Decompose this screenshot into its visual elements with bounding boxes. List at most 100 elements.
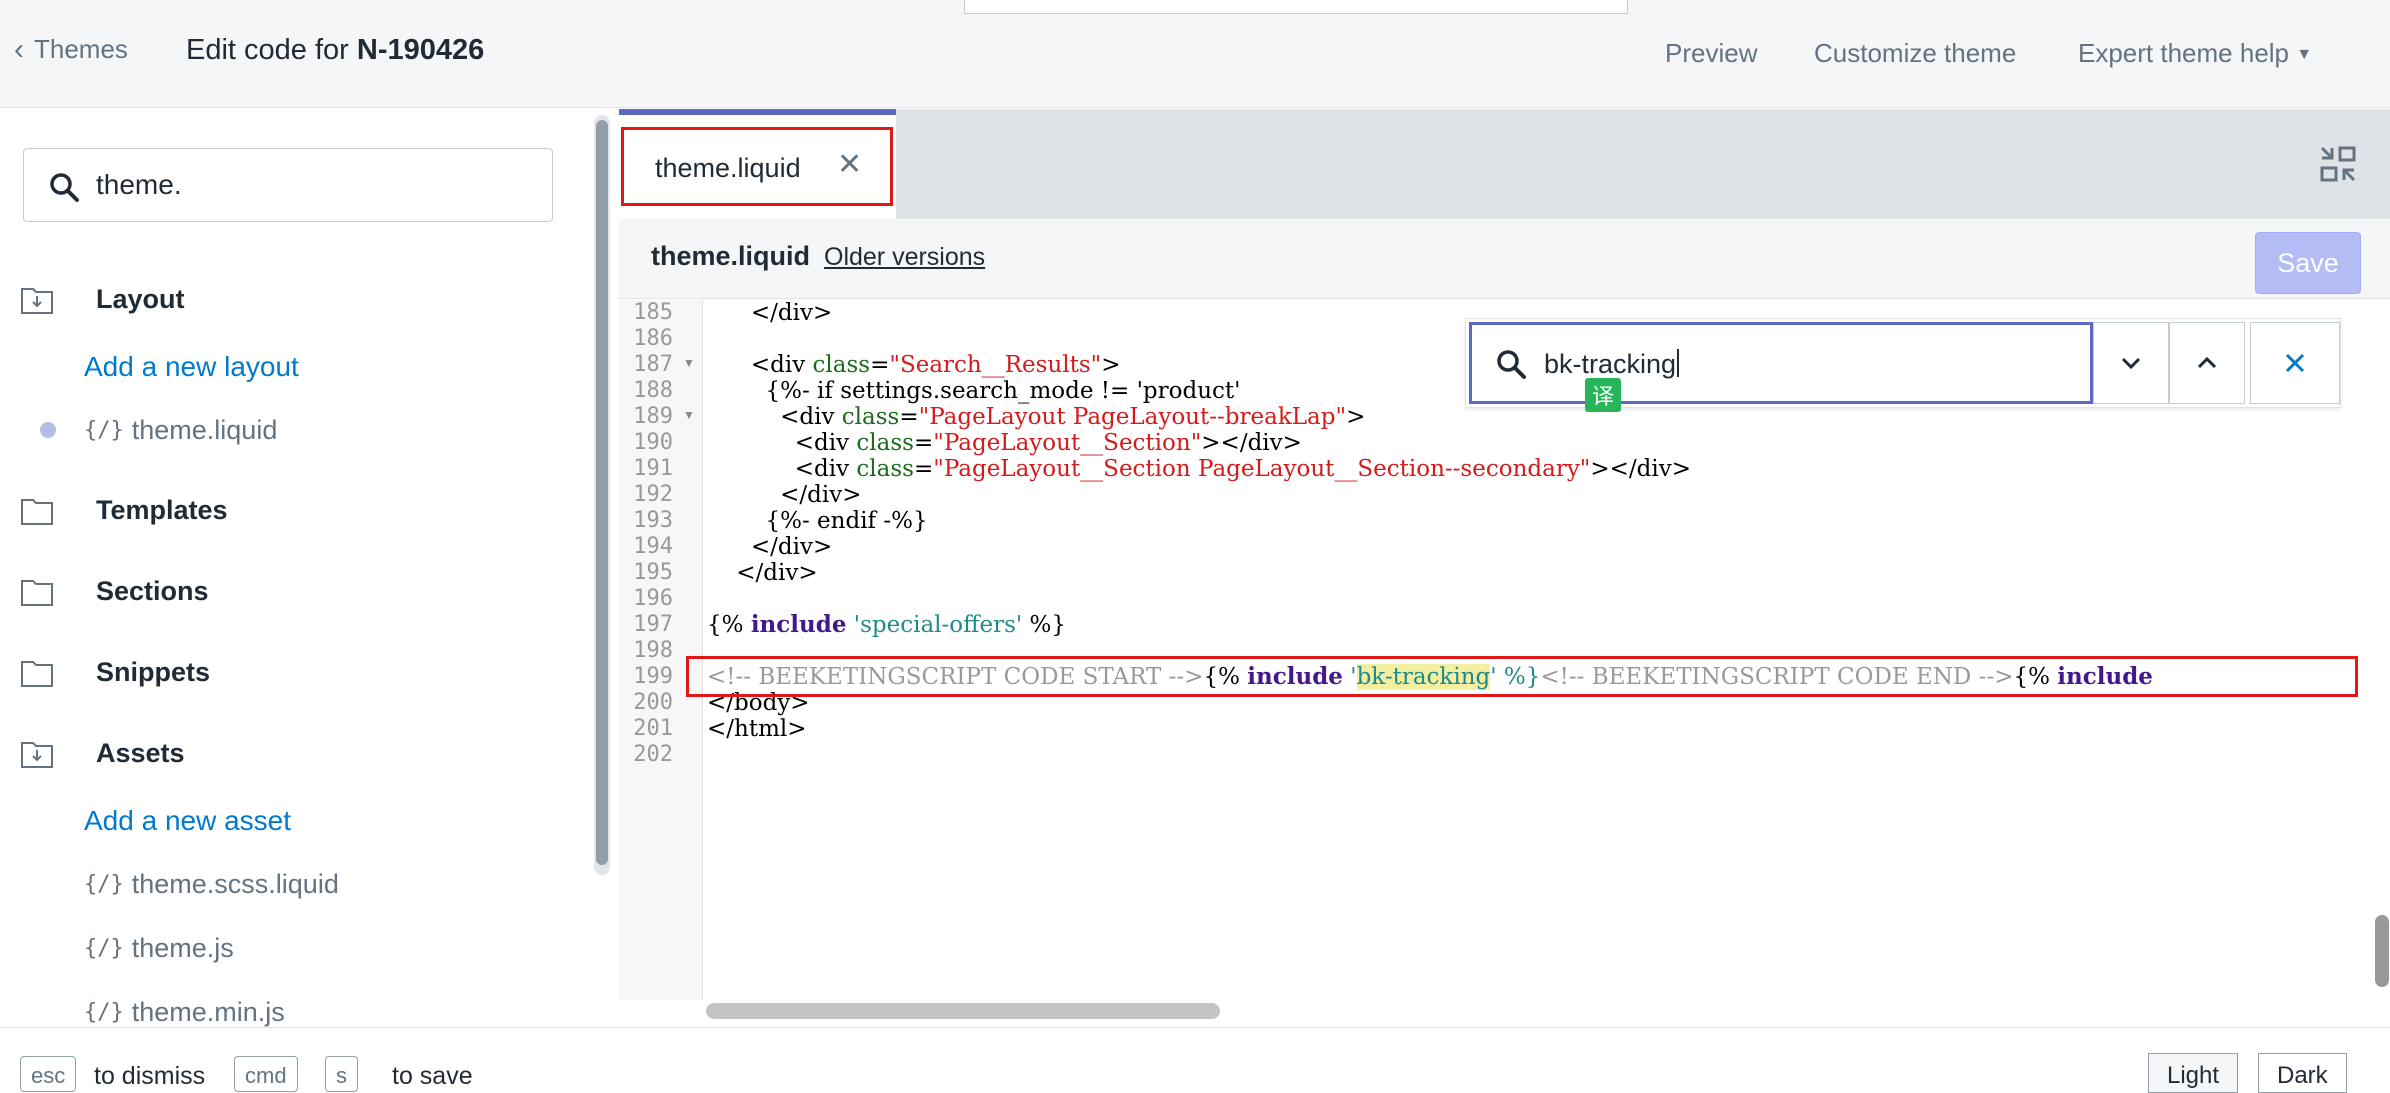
code-token: class [812,352,871,378]
file-theme-liquid[interactable]: {/} theme.liquid [84,415,277,446]
file-search-input[interactable] [96,163,536,207]
line-gutter: 185 186 187 188 189 190 191 192 193 194 … [619,300,703,1000]
file-label: theme.scss.liquid [131,869,339,899]
line-number: 191 [633,456,673,481]
find-next-button[interactable] [2093,322,2169,404]
expert-theme-help-menu[interactable]: Expert theme help ▼ [2078,38,2312,69]
folder-icon [21,498,53,525]
add-layout-link[interactable]: Add a new layout [84,351,299,383]
page-title: Edit code for N-190426 [186,34,484,67]
vertical-scrollbar[interactable] [2375,915,2389,987]
file-theme-js[interactable]: {/} theme.js [84,933,234,964]
back-label: Themes [34,34,128,64]
line-number: 193 [633,508,673,533]
folder-sections[interactable]: Sections [20,576,209,607]
folder-download-icon [21,741,53,768]
file-label: theme.js [131,933,234,963]
horizontal-scrollbar[interactable] [706,1003,1220,1019]
cmd-key: cmd [234,1056,298,1092]
code-line-185: </div> [707,300,833,326]
customize-theme-link[interactable]: Customize theme [1814,38,2016,69]
code-line-197: {% include 'special-offers' %} [707,612,1066,639]
code-token: "PageLayout PageLayout--breakLap" [918,404,1347,430]
search-icon [50,173,79,202]
code-token: > [1101,352,1121,378]
liquid-file-icon: {/} [84,418,124,443]
line-number: 197 [633,612,673,637]
older-versions-link[interactable]: Older versions [824,243,985,272]
title-prefix: Edit code for [186,34,357,66]
fold-arrow-icon[interactable]: ▼ [683,356,695,370]
folder-label: Sections [96,576,209,606]
save-hint: to save [392,1062,473,1090]
file-name: theme.liquid [651,241,811,271]
save-button[interactable]: Save [2255,232,2361,294]
esc-key: esc [20,1056,77,1092]
find-text: bk-tracking [1544,349,1677,379]
code-line-189: <div class="PageLayout PageLayout--break… [707,404,1365,430]
line-number: 201 [633,716,673,741]
folder-download-icon [21,287,53,314]
chevron-up-icon [2197,356,2217,369]
code-token: <div [707,404,842,430]
code-line-191: <div class="PageLayout__Section PageLayo… [707,456,1691,482]
find-input[interactable]: bk-tracking [1469,322,2093,404]
line-number: 190 [633,430,673,455]
folder-label: Snippets [96,657,211,687]
sidebar-scrollbar-thumb[interactable] [596,120,608,865]
collapse-icon[interactable] [2318,144,2358,184]
code-line-195: </div> [707,560,818,586]
code-token: 'special-offers' [853,612,1023,638]
line-highlight-box [686,656,2358,697]
code-token: "Search__Results" [889,352,1102,378]
code-line-201: </html> [707,716,807,742]
code-token: class [841,404,900,430]
folder-layout[interactable]: Layout [20,284,185,315]
line-number: 189 [633,404,673,429]
code-token: <div [707,456,857,482]
folder-snippets[interactable]: Snippets [20,657,210,688]
code-token: = [913,430,934,456]
dark-mode-button[interactable]: Dark [2258,1053,2347,1093]
add-asset-link[interactable]: Add a new asset [84,805,291,837]
code-token: = [899,404,919,430]
file-theme-min-js[interactable]: {/} theme.min.js [84,997,285,1028]
file-header: theme.liquid Older versions [619,219,2390,299]
fold-arrow-icon[interactable]: ▼ [683,408,695,422]
light-mode-button[interactable]: Light [2148,1053,2239,1093]
code-line-188: {%- if settings.search_mode != 'product' [707,378,1241,404]
line-number: 202 [633,742,673,767]
dismiss-hint: to dismiss [94,1062,206,1090]
code-token: <div [707,352,813,378]
code-token: "PageLayout__Section PageLayout__Section… [933,456,1591,482]
find-close-button[interactable] [2250,322,2340,404]
code-token: "PageLayout__Section" [933,430,1202,456]
file-theme-scss-liquid[interactable]: {/} theme.scss.liquid [84,869,339,900]
search-icon [1497,350,1526,379]
line-number: 188 [633,378,673,403]
line-number: 195 [633,560,673,585]
find-previous-button[interactable] [2169,322,2245,404]
text-caret [1677,349,1680,377]
folder-templates[interactable]: Templates [20,495,228,526]
expert-help-label: Expert theme help [2078,38,2290,68]
preview-link[interactable]: Preview [1665,38,1757,69]
liquid-file-icon: {/} [84,936,124,961]
folder-assets[interactable]: Assets [20,738,185,769]
code-line-187: <div class="Search__Results"> [707,352,1121,378]
find-value: bk-tracking [1544,349,1680,380]
caret-down-icon: ▼ [2296,46,2313,63]
back-to-themes-link[interactable]: ‹ Themes [14,34,128,65]
folder-label: Templates [96,495,228,525]
s-key: s [325,1056,358,1092]
code-token: = [913,456,934,482]
code-line-194: </div> [707,534,833,560]
line-number: 192 [633,482,673,507]
code-token: ></div> [1590,456,1692,482]
translate-badge[interactable]: 译 [1585,378,1621,412]
folder-label: Assets [96,738,185,768]
code-token: class [856,430,914,456]
file-search-box[interactable] [23,148,553,222]
dropdown-popup-edge [964,0,1628,14]
line-number: 196 [633,586,673,611]
